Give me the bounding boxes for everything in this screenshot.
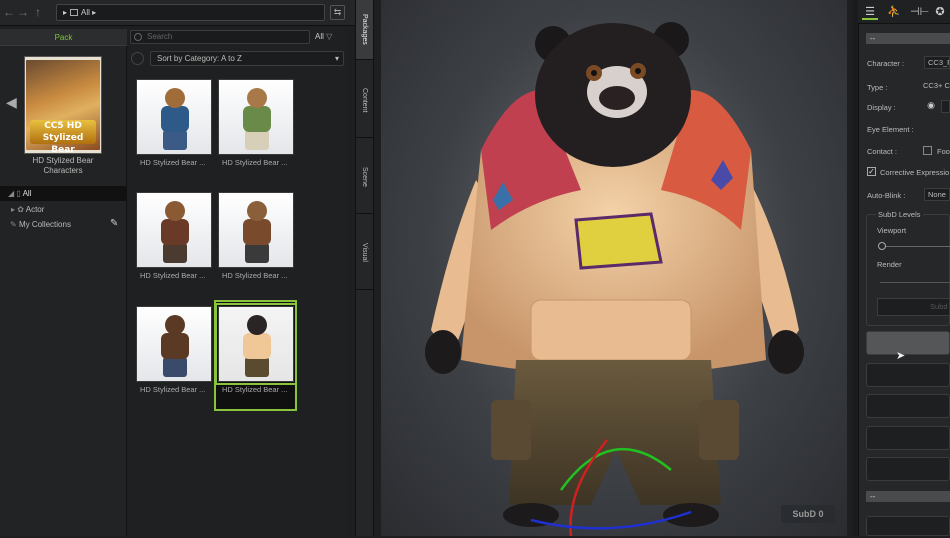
panel-button-3[interactable] [866,394,950,418]
auto-blink-dropdown[interactable]: None [924,188,950,201]
search-input[interactable]: Search [130,30,310,44]
forward-arrow-icon[interactable]: → [16,5,30,19]
content-item-caption: HD Stylized Bear ... [222,385,288,394]
subd-apply-button[interactable]: Subd [877,298,950,316]
subd-indicator: SubD 0 [781,505,835,523]
tree-actor-label: Actor [25,205,45,214]
path-bar[interactable]: ▸ All ▸ [56,4,325,21]
folder-icon [70,9,79,17]
content-item-thumbnail[interactable] [215,303,297,385]
content-item-caption: HD Stylized Bear ... [140,158,206,167]
content-item-thumbnail[interactable] [136,192,212,268]
pose-icon[interactable]: ⛹ [886,4,902,20]
sort-order-icon[interactable] [131,52,144,65]
content-item-thumbnail[interactable] [136,79,212,155]
sort-dropdown[interactable]: Sort by Category: A to Z ▾ [150,51,344,66]
filter-dropdown[interactable]: All ▽ [313,30,343,44]
tree-item-all[interactable]: ◢ ▯ All [0,186,127,201]
panel-button-2[interactable] [866,363,950,387]
tab-pack[interactable]: Pack [0,29,127,46]
tab-scene[interactable]: Scene [356,140,373,214]
tree-collections-label: My Collections [18,220,71,229]
tree-item-my-collections[interactable]: ✎ My Collections [0,218,127,232]
bear-preview-image [239,201,275,265]
swap-view-button[interactable]: ⇆ [330,5,345,20]
viewport-subd-slider-handle[interactable] [878,242,886,250]
eye-icon[interactable]: ◉ [924,100,938,113]
character-field[interactable]: CC3_F [924,56,950,69]
content-item-caption: HD Stylized Bear ... [222,271,288,280]
pack-badge-logo: CC5 HD Stylized Bear [30,120,96,155]
bear-preview-image [157,201,193,265]
search-icon [134,33,142,41]
panel-button-6[interactable] [866,516,950,536]
bear-preview-image [239,315,275,379]
character-label: Character : [867,59,905,68]
subd-levels-title: SubD Levels [876,210,923,219]
content-item-thumbnail[interactable] [218,192,294,268]
mouse-cursor-icon: ➤ [896,350,906,362]
section-header-top[interactable]: -- [866,33,950,44]
panel-button-hover[interactable] [866,331,950,355]
render-subd-slider-track[interactable] [880,282,950,283]
render-subd-label: Render [877,260,902,269]
display-label: Display : [867,103,896,112]
bear-preview-image [239,88,275,152]
content-item-caption: HD Stylized Bear ... [140,385,206,394]
3d-viewport[interactable] [381,0,847,537]
bear-preview-image [157,88,193,152]
corrective-checkbox[interactable]: ✓ [867,167,876,176]
path-text: All [81,8,90,17]
viewport-subd-label: Viewport [877,226,907,235]
morph-icon[interactable]: ⊣⊢ [910,4,929,20]
contact-label: Contact : [867,147,898,156]
tree-item-actor[interactable]: ▸ ✿ Actor [0,203,127,217]
section-header-bottom[interactable]: -- [866,491,950,502]
tree-all-label: All [22,189,32,198]
pack-caption: HD Stylized Bear Characters [32,156,94,175]
type-value: CC3+ Ch [923,81,950,90]
tab-content[interactable]: Content [356,64,373,138]
panel-button-4[interactable] [866,426,950,450]
path-end-arrow-icon: ▸ [92,8,97,17]
content-item-caption: HD Stylized Bear ... [140,271,206,280]
previous-pack-icon[interactable]: ◀ [6,95,17,109]
auto-blink-label: Auto-Blink : [867,191,906,200]
panel-button-5[interactable] [866,457,950,481]
contact-value: Foo [937,147,950,156]
bear-character-render [425,22,804,537]
display-dropdown[interactable] [941,100,950,113]
type-label: Type : [867,83,888,92]
path-arrow-icon: ▸ [63,8,68,17]
filter-label: All [315,32,324,41]
up-arrow-icon[interactable]: ↑ [31,5,45,19]
edit-pencil-icon[interactable]: ✎ [110,218,118,229]
eye-element-label: Eye Element : [867,125,914,134]
bear-preview-image [157,315,193,379]
tab-packages[interactable]: Packages [356,0,373,60]
corrective-expression-label: Corrective Expressio [880,168,950,177]
content-item-caption: HD Stylized Bear ... [222,158,288,167]
content-item-thumbnail[interactable] [218,79,294,155]
motion-icon[interactable]: ✪ [932,4,948,20]
sliders-icon[interactable]: ☰ [862,4,878,20]
contact-checkbox[interactable] [923,146,932,155]
tab-visual[interactable]: Visual [356,216,373,290]
sort-label: Sort by Category: A to Z [157,54,242,63]
content-item-thumbnail[interactable] [136,306,212,382]
viewport-subd-slider-track [882,246,950,247]
back-arrow-icon[interactable]: ← [2,5,16,19]
